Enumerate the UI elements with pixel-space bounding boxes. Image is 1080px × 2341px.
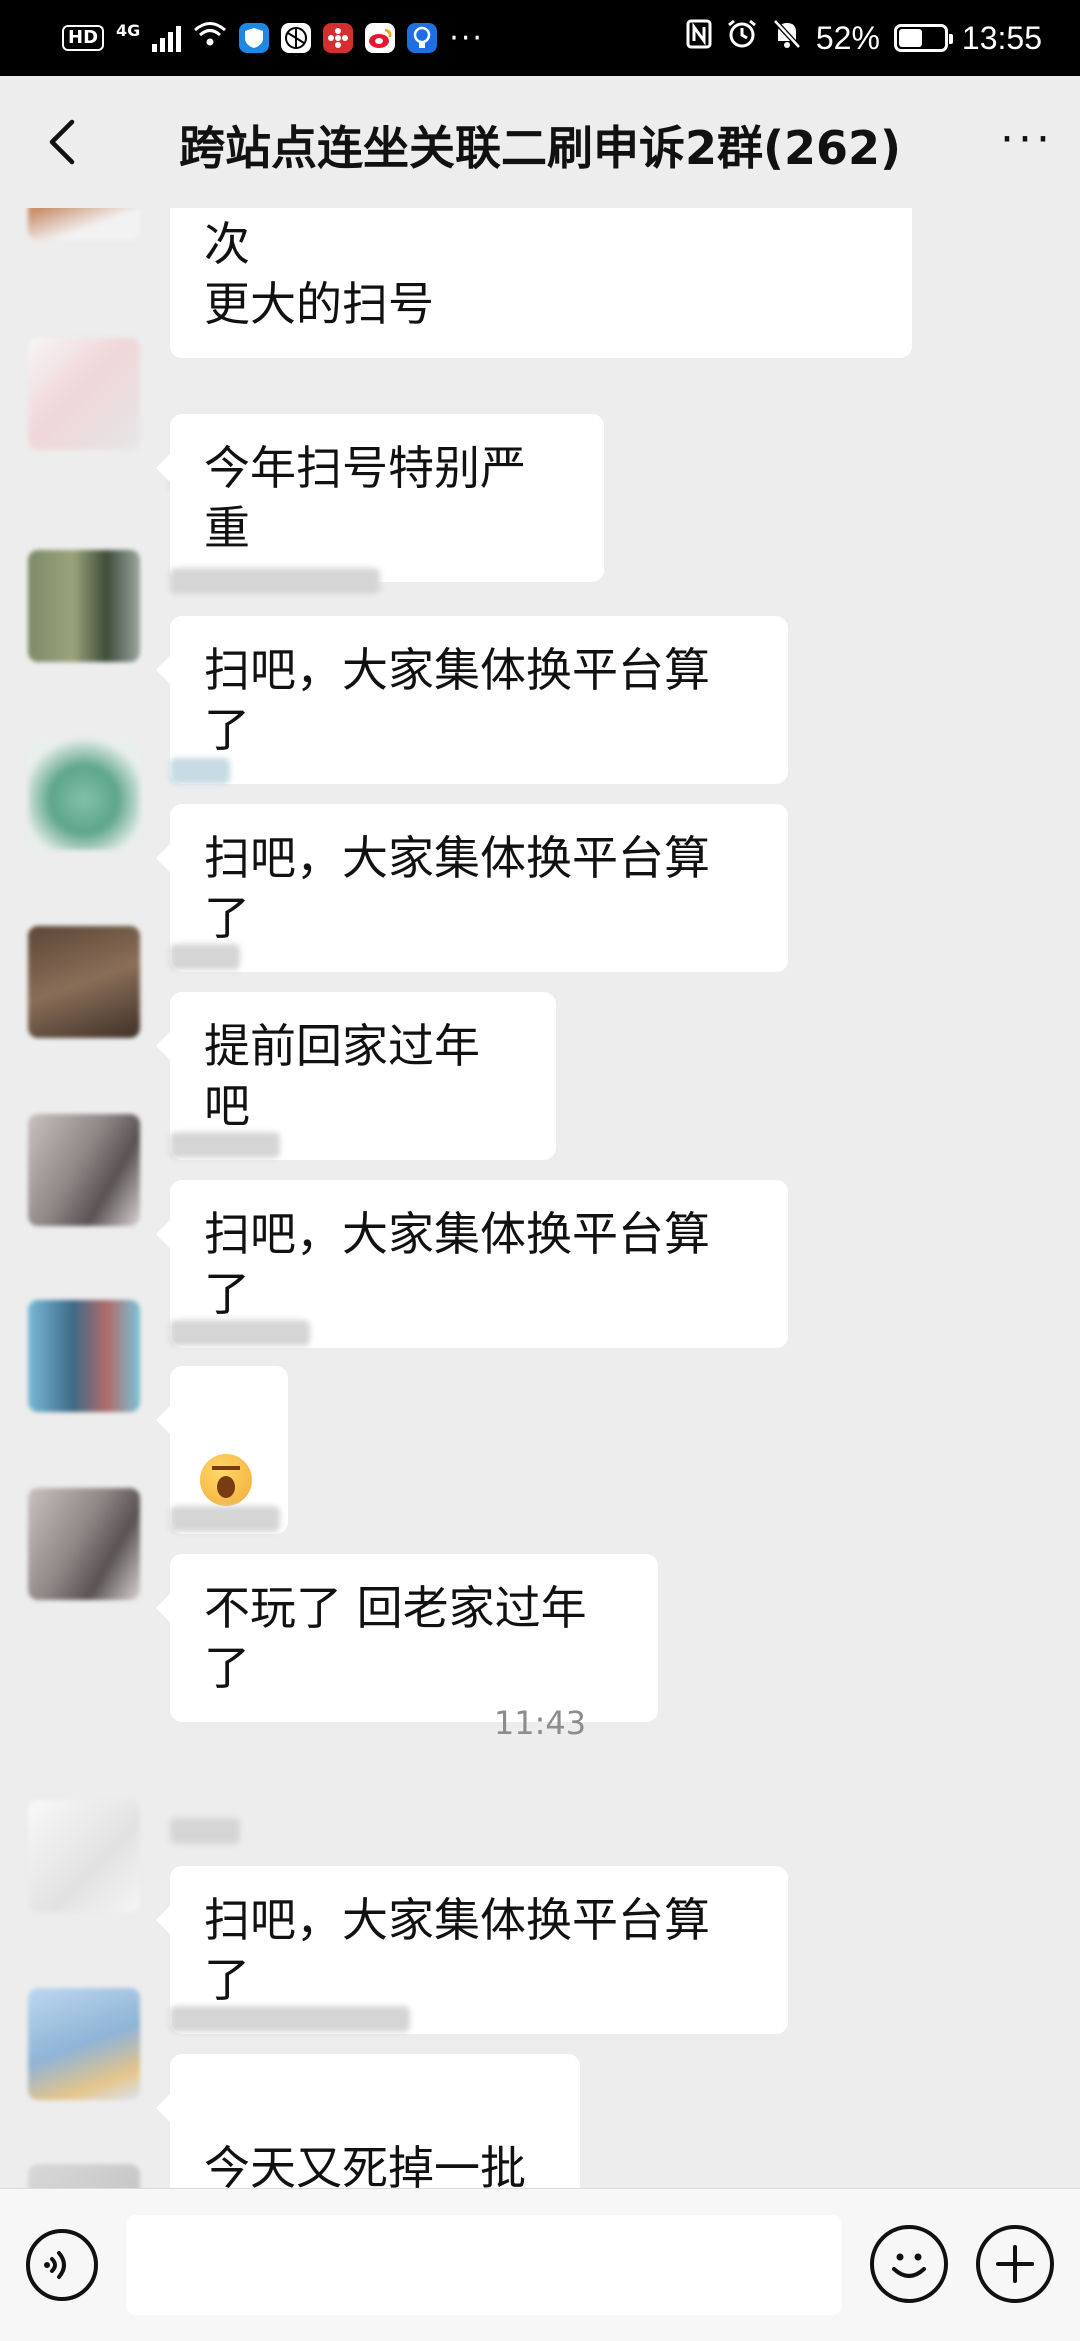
battery-icon xyxy=(893,24,953,52)
shield-app-icon xyxy=(239,23,270,53)
voice-icon[interactable] xyxy=(26,2229,98,2301)
alarm-icon xyxy=(726,18,758,58)
sender-name-blurred xyxy=(170,944,240,970)
message-bubble[interactable]: 今年扫号特别严重 xyxy=(156,414,604,582)
status-bar: HD 4G ··· 52% 13:55 xyxy=(0,0,1080,76)
more-notifications: ··· xyxy=(449,20,484,56)
avatar[interactable] xyxy=(28,1488,140,1600)
chat-header: 跨站点连坐关联二刷申诉2群(262) ··· xyxy=(0,76,1080,208)
flower-app-icon xyxy=(323,23,354,53)
nfc-icon xyxy=(686,19,712,57)
message-bubble[interactable]: 不玩了 回老家过年了 xyxy=(156,1554,658,1722)
weibo-app-icon xyxy=(365,23,396,53)
sender-name-blurred xyxy=(170,568,380,594)
network-type: 4G xyxy=(116,20,141,40)
avatar[interactable] xyxy=(28,1800,140,1912)
yawn-emoji-icon xyxy=(200,1453,252,1506)
avatar[interactable] xyxy=(28,338,140,450)
bulb-app-icon xyxy=(407,23,438,53)
avatar[interactable] xyxy=(28,2164,140,2188)
chat-title: 跨站点连坐关联二刷申诉2群(262) xyxy=(178,121,902,175)
sender-name-blurred xyxy=(170,1506,280,1532)
sender-name-blurred xyxy=(170,1132,280,1158)
mute-icon xyxy=(772,18,802,58)
message-timestamp: 11:43 xyxy=(493,1704,587,1742)
battery-percent: 52% xyxy=(815,19,880,56)
sender-name-blurred xyxy=(170,1818,240,1844)
message-bubble[interactable]: 扫吧，大家集体换平台算了 xyxy=(156,804,788,972)
avatar[interactable] xyxy=(28,550,140,662)
message-bubble[interactable]: 扫吧，大家集体换平台算了 xyxy=(156,616,788,784)
sender-name-blurred xyxy=(170,1320,310,1346)
message-list[interactable]: 有内部消息称：十二月份会来一次 更大的扫号 今年扫号特别严重 扫吧，大家集体换平… xyxy=(0,208,1080,2188)
ball-app-icon xyxy=(281,23,312,53)
avatar[interactable] xyxy=(28,1988,140,2100)
more-options-icon[interactable]: ··· xyxy=(1000,118,1054,162)
clock: 13:55 xyxy=(961,19,1042,56)
avatar[interactable] xyxy=(28,926,140,1038)
chevron-left-icon[interactable] xyxy=(36,114,92,170)
input-bar xyxy=(0,2188,1080,2341)
signal-icon xyxy=(152,24,182,52)
sender-name-blurred xyxy=(170,2006,410,2032)
message-bubble[interactable]: 有内部消息称：十二月份会来一次 更大的扫号 xyxy=(170,208,912,358)
sender-name-blurred xyxy=(170,758,230,784)
message-text: 今天又死掉一批 xyxy=(204,2141,526,2188)
avatar[interactable] xyxy=(28,738,140,850)
avatar[interactable] xyxy=(28,1114,140,1226)
avatar[interactable] xyxy=(28,208,140,240)
message-input[interactable] xyxy=(126,2215,842,2315)
plus-icon[interactable] xyxy=(976,2225,1054,2303)
smiley-icon[interactable] xyxy=(870,2225,948,2303)
wifi-icon xyxy=(193,20,227,56)
avatar[interactable] xyxy=(28,1300,140,1412)
hd-indicator: HD xyxy=(62,25,105,51)
message-bubble[interactable]: 今天又死掉一批 xyxy=(156,2054,580,2188)
